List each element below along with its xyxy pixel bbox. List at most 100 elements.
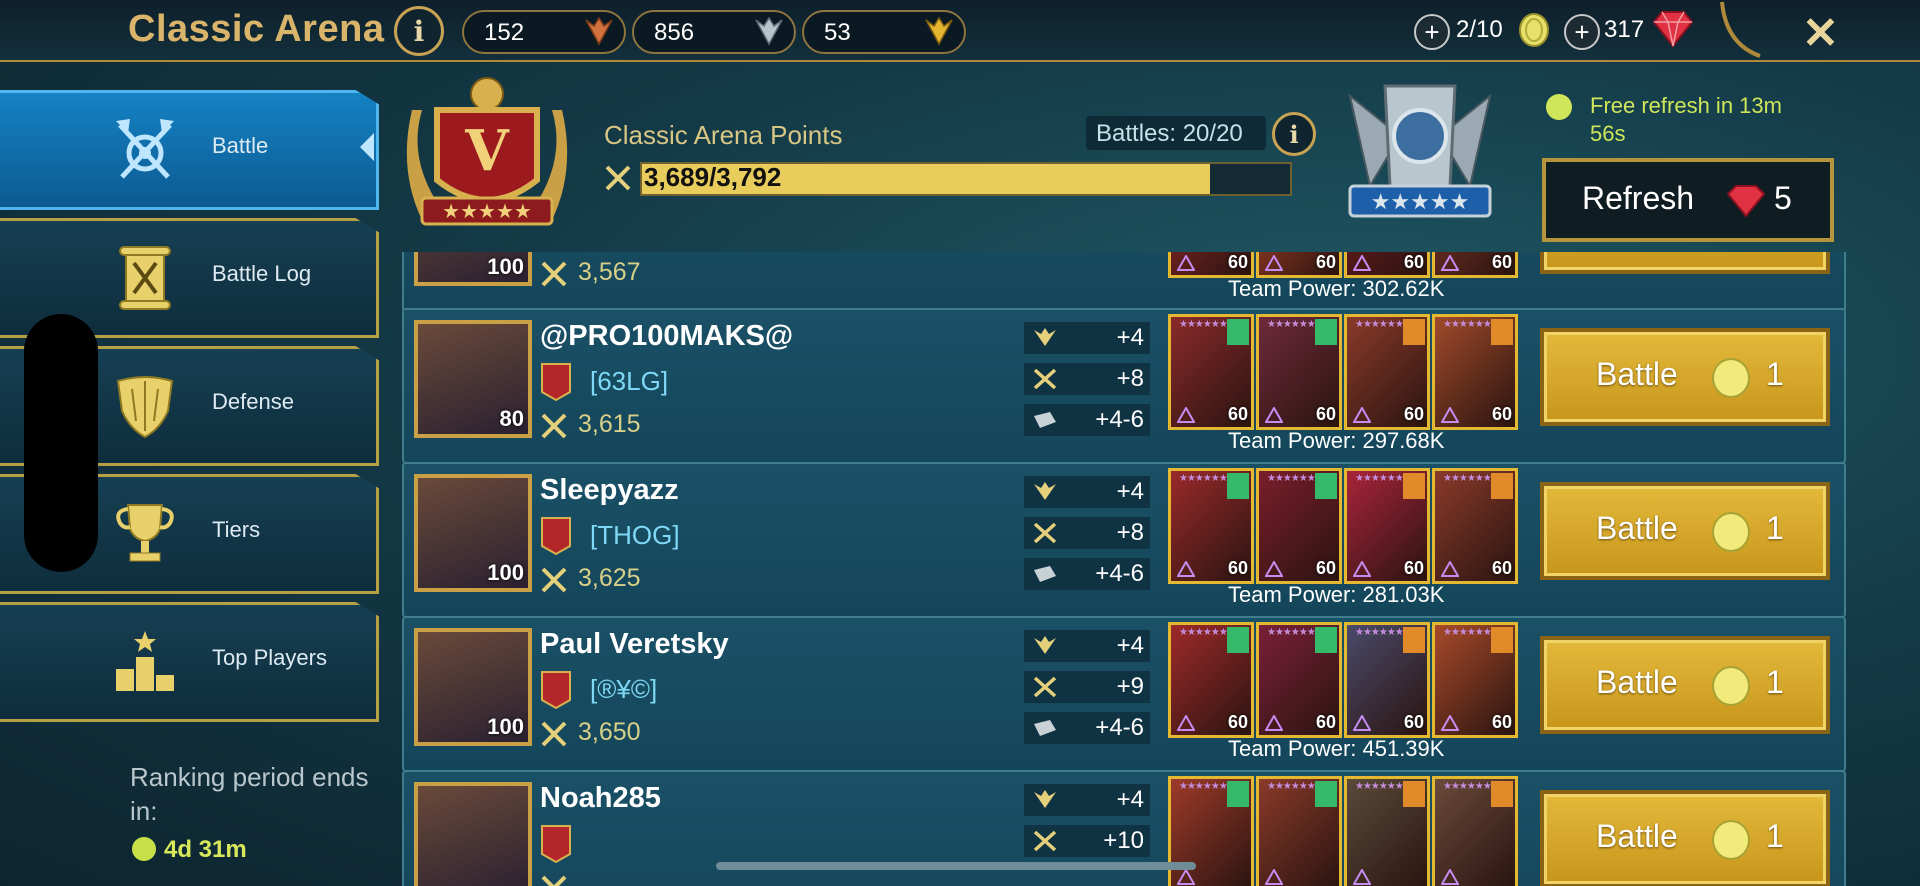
svg-text:★★★★★: ★★★★★ (1371, 189, 1470, 214)
crossed-swords-icon (541, 875, 567, 886)
role-icon (1227, 781, 1249, 807)
hero-portrait[interactable]: ★★★★★★60 (1168, 252, 1254, 278)
medal-icon (1034, 482, 1056, 500)
ticket-icon (1034, 566, 1056, 582)
hero-portrait[interactable]: ★★★★★★60 (1344, 468, 1430, 584)
battle-button[interactable]: Battle1 (1540, 252, 1830, 274)
avatar[interactable]: 100 (414, 628, 532, 746)
hero-portrait[interactable]: ★★★★★★60 (1256, 252, 1342, 278)
battle-button[interactable]: Battle1 (1540, 790, 1830, 886)
battle-label: Battle (1596, 818, 1678, 854)
arena-header: V ★★★★★ Classic Arena Points Battles: 20… (390, 62, 1920, 252)
affinity-icon (1177, 869, 1195, 885)
free-refresh-note: Free refresh in 13m 56s (1546, 92, 1790, 148)
opponent-list[interactable]: 100[FO4L]3,567+7+4-6★★★★★★60★★★★★★60★★★★… (0, 252, 1920, 886)
reward-item: +4-6 (1024, 558, 1150, 590)
arena-token-icon (1519, 13, 1549, 47)
role-icon (1403, 781, 1425, 807)
silver-medal-icon (755, 16, 783, 46)
opponent-row: 80 @PRO100MAKS@ [63LG] 3,615 +4 +8 +4-6 ★★★★★★ 6… (402, 308, 1846, 464)
battle-button[interactable]: Battle1 (1540, 482, 1830, 580)
hero-portrait[interactable]: ★★★★★★ (1344, 776, 1430, 886)
avatar[interactable]: 100 (414, 252, 532, 286)
battle-label: Battle (1596, 356, 1678, 392)
reward-item: +4 (1024, 476, 1150, 508)
hero-portrait[interactable]: ★★★★★★60 (1432, 314, 1518, 430)
hero-portrait[interactable]: ★★★★★★60 (1256, 468, 1342, 584)
affinity-icon (1265, 869, 1283, 885)
medal-icon (1034, 636, 1056, 654)
resource-gold: 53 (802, 10, 966, 54)
reward-item: +4-6 (1024, 404, 1150, 436)
defense-team: ★★★★★★ ★★★★★★ ★★★★★★ ★★★★★★ (1168, 776, 1518, 886)
hero-portrait[interactable]: ★★★★★★60 (1256, 622, 1342, 738)
reward-value: +4-6 (1095, 560, 1144, 587)
avatar[interactable] (414, 782, 532, 886)
hero-portrait[interactable]: ★★★★★★60 (1344, 314, 1430, 430)
clan-banner-icon (541, 363, 571, 402)
sidebar-item-battle[interactable]: Battle (0, 90, 379, 210)
avatar[interactable]: 80 (414, 320, 532, 438)
info-icon[interactable]: i (394, 6, 444, 56)
player-name: Paul Veretsky (540, 628, 729, 660)
hero-level: 60 (1315, 558, 1336, 578)
resource-value: 152 (484, 19, 525, 46)
battles-counter: Battles: 20/20 (1086, 116, 1266, 150)
affinity-icon (1441, 561, 1459, 577)
arena-token-icon (1712, 512, 1750, 552)
hero-portrait[interactable]: ★★★★★★60 (1168, 468, 1254, 584)
defense-team: ★★★★★★60★★★★★★60★★★★★★60★★★★★★60 (1168, 252, 1518, 278)
hero-level: 60 (1491, 712, 1512, 732)
close-icon[interactable]: ✕ (1802, 8, 1839, 59)
crossed-swords-icon (1033, 676, 1057, 698)
reward-value: +4-6 (1095, 406, 1144, 433)
hero-portrait[interactable]: ★★★★★★ (1432, 776, 1518, 886)
avatar[interactable]: 100 (414, 474, 532, 592)
clock-icon (1546, 94, 1572, 120)
ruby-gem-icon (1726, 185, 1766, 218)
hero-portrait[interactable]: ★★★★★★60 (1256, 314, 1342, 430)
player-name: Sleepyazz (540, 474, 679, 506)
hero-portrait[interactable]: ★★★★★★60 (1168, 314, 1254, 430)
player-level: 100 (487, 254, 524, 279)
add-gems-button[interactable]: + (1564, 14, 1600, 50)
clan-banner-icon (541, 825, 571, 864)
reward-value: +8 (1116, 365, 1144, 392)
battle-label: Battle (1596, 510, 1678, 546)
hero-portrait[interactable]: ★★★★★★60 (1344, 252, 1430, 278)
battle-button[interactable]: Battle1 (1540, 636, 1830, 734)
hero-level: 60 (1403, 712, 1424, 732)
affinity-icon (1353, 869, 1371, 885)
hero-portrait[interactable]: ★★★★★★60 (1168, 622, 1254, 738)
defense-team: ★★★★★★60★★★★★★60★★★★★★60★★★★★★60 (1168, 468, 1518, 584)
reward-value: +9 (1116, 673, 1144, 700)
hero-portrait[interactable]: ★★★★★★60 (1344, 622, 1430, 738)
ticket-icon (1034, 412, 1056, 428)
hero-portrait[interactable]: ★★★★★★ (1256, 776, 1342, 886)
crossed-swords-icon (1033, 830, 1057, 852)
refresh-label: Refresh (1582, 180, 1695, 216)
affinity-icon (1441, 255, 1459, 271)
role-icon (1315, 319, 1337, 345)
clan-tag: [THOG] (590, 520, 680, 550)
role-icon (1315, 627, 1337, 653)
hero-portrait[interactable]: ★★★★★★60 (1432, 252, 1518, 278)
arena-token-icon (1712, 820, 1750, 860)
reward-value: +10 (1103, 827, 1144, 854)
battle-button[interactable]: Battle1 (1540, 328, 1830, 426)
refresh-button[interactable]: Refresh 5 (1542, 158, 1834, 242)
player-level: 100 (487, 714, 524, 739)
hero-portrait[interactable]: ★★★★★★60 (1432, 622, 1518, 738)
corner-ornament (1720, 1, 1761, 58)
reward-value: +4 (1116, 478, 1144, 505)
player-level: 80 (499, 406, 524, 431)
reward-value: +4 (1116, 786, 1144, 813)
horizontal-scrollbar[interactable] (716, 862, 1196, 870)
hero-portrait[interactable]: ★★★★★★60 (1432, 468, 1518, 584)
info-icon[interactable]: i (1272, 112, 1316, 156)
crossed-swords-icon (605, 165, 631, 191)
hero-level: 60 (1491, 404, 1512, 424)
add-tokens-button[interactable]: + (1414, 14, 1450, 50)
reward-value: +4-6 (1095, 714, 1144, 741)
affinity-icon (1265, 715, 1283, 731)
